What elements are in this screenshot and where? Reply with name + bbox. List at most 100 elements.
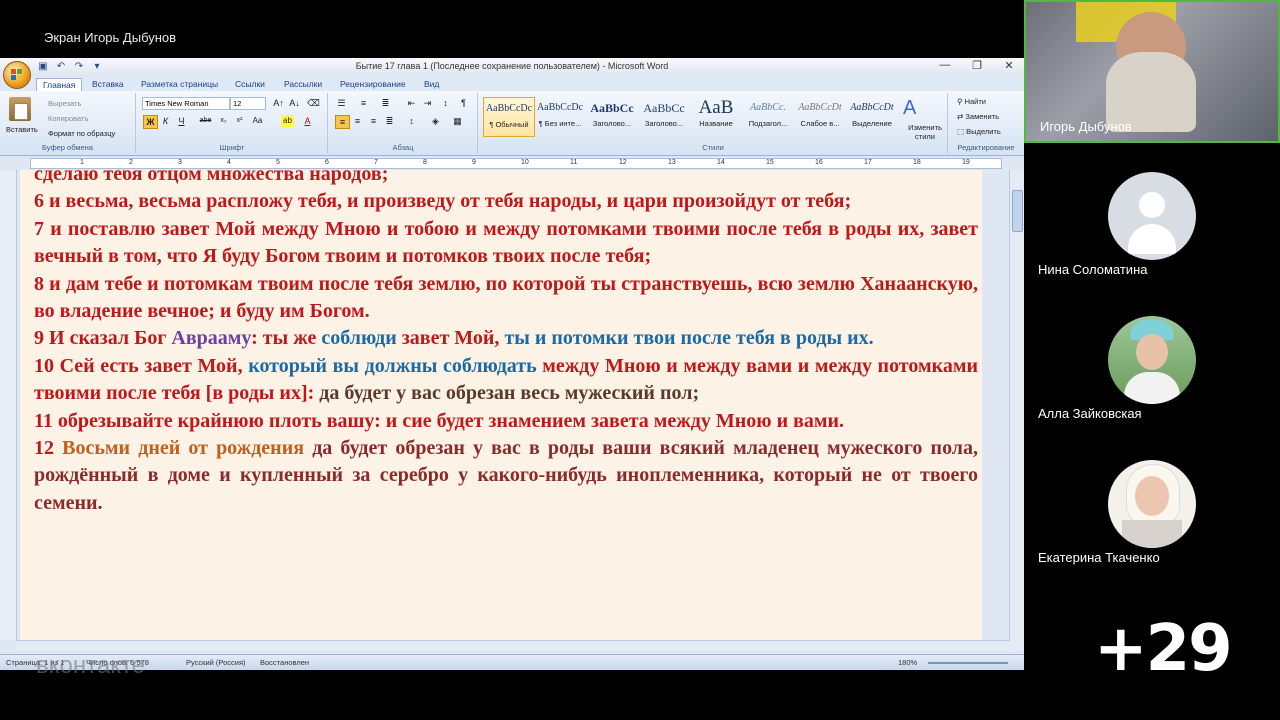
- ruler-tick: 14: [717, 159, 725, 166]
- document-page[interactable]: сделаю тебя отцом множества народов; 6 и…: [20, 170, 982, 640]
- paste-icon[interactable]: [9, 97, 31, 121]
- paragraph-label: Абзац: [392, 143, 414, 152]
- tab-view[interactable]: Вид: [418, 78, 445, 91]
- font-size-select[interactable]: 12: [230, 97, 266, 110]
- participant-tile-alla[interactable]: Алла Зайковская: [1024, 316, 1280, 426]
- numbering-icon[interactable]: ≡: [357, 97, 370, 109]
- ruler-tick: 12: [619, 159, 627, 166]
- style-heading1[interactable]: AaBbCc Заголово...: [587, 97, 637, 135]
- align-center-icon[interactable]: ≡: [351, 115, 364, 127]
- bold-button[interactable]: Ж: [143, 115, 158, 129]
- ruler-tick: 11: [570, 159, 578, 166]
- tab-mailings[interactable]: Рассылки: [278, 78, 328, 91]
- ruler-tick: 3: [178, 159, 182, 166]
- scroll-thumb[interactable]: [1012, 190, 1023, 232]
- verse-10: 10 Сей есть завет Мой, который вы должны…: [34, 354, 978, 405]
- grow-font-icon[interactable]: A↑: [272, 97, 285, 109]
- underline-button[interactable]: Ч: [175, 115, 188, 127]
- clipboard-label: Буфер обмена: [42, 143, 93, 152]
- change-styles-icon[interactable]: A: [903, 97, 916, 120]
- cut-button[interactable]: Вырезать: [48, 99, 81, 108]
- maximize-button[interactable]: ❐: [968, 59, 986, 72]
- ribbon: Вставить Вырезать Копировать Формат по о…: [0, 91, 1024, 156]
- clear-format-icon[interactable]: ⌫: [307, 97, 320, 109]
- tab-home[interactable]: Главная: [36, 78, 83, 92]
- increase-indent-icon[interactable]: ⇥: [421, 97, 434, 109]
- style-no-spacing[interactable]: AaBbCcDc ¶ Без инте...: [535, 97, 585, 135]
- ruler-tick: 1: [80, 159, 84, 166]
- font-color-icon[interactable]: A: [301, 115, 314, 127]
- find-button[interactable]: ⚲ Найти: [957, 97, 986, 106]
- ruler-tick: 9: [472, 159, 476, 166]
- shading-icon[interactable]: ◈: [429, 115, 442, 127]
- ruler-tick: 13: [668, 159, 676, 166]
- vertical-ruler[interactable]: [0, 170, 17, 640]
- align-right-icon[interactable]: ≡: [367, 115, 380, 127]
- ruler-tick: 6: [325, 159, 329, 166]
- zoom-level[interactable]: 180%: [898, 658, 917, 667]
- ruler-tick: 7: [374, 159, 378, 166]
- styles-label: Стили: [702, 143, 724, 152]
- style-emphasis[interactable]: AaBbCcDt Выделение: [847, 97, 897, 135]
- more-participants-count[interactable]: +29: [1094, 612, 1233, 686]
- minimize-button[interactable]: —: [936, 59, 954, 72]
- style-subtle-emphasis[interactable]: AaBbCcDt Слабое в...: [795, 97, 845, 135]
- select-button[interactable]: ⬚ Выделить: [957, 127, 1001, 136]
- close-button[interactable]: ✕: [1000, 59, 1018, 72]
- paste-button[interactable]: Вставить: [6, 125, 38, 134]
- participant-name: Нина Соломатина: [1038, 262, 1148, 277]
- superscript-button[interactable]: x²: [233, 115, 246, 127]
- zoom-slider[interactable]: [928, 662, 1008, 664]
- style-title[interactable]: AaB Название: [691, 97, 741, 135]
- change-case-button[interactable]: Aa: [251, 115, 264, 127]
- title-bar: ▣ ↶ ↷ ▾ Бытие 17 глава 1 (Последнее сохр…: [0, 58, 1024, 76]
- justify-icon[interactable]: ≣: [383, 115, 396, 127]
- copy-button[interactable]: Копировать: [48, 114, 88, 123]
- subscript-button[interactable]: x₂: [217, 115, 230, 127]
- horizontal-scrollbar[interactable]: [16, 640, 1010, 651]
- tab-references[interactable]: Ссылки: [229, 78, 271, 91]
- vertical-scrollbar[interactable]: [1009, 170, 1024, 650]
- tab-insert[interactable]: Вставка: [86, 78, 130, 91]
- avatar: [1108, 316, 1196, 404]
- office-button[interactable]: [3, 61, 31, 89]
- ruler-tick: 4: [227, 159, 231, 166]
- sort-icon[interactable]: ↕: [439, 97, 452, 109]
- ribbon-tabs: Главная Вставка Разметка страницы Ссылки…: [0, 76, 1024, 92]
- bullets-icon[interactable]: ☰: [335, 97, 348, 109]
- borders-icon[interactable]: ▦: [451, 115, 464, 127]
- vk-watermark: вконтакте: [36, 652, 146, 679]
- multilevel-list-icon[interactable]: ≣: [379, 97, 392, 109]
- participant-video-igor[interactable]: Игорь Дыбунов: [1024, 0, 1280, 143]
- italic-button[interactable]: К: [159, 115, 172, 127]
- verse-8: 8 и дам тебе и потомкам твоим после тебя…: [34, 272, 978, 323]
- style-subtitle[interactable]: AaBbCc. Подзагол...: [743, 97, 793, 135]
- participant-tile-ekaterina[interactable]: Екатерина Ткаченко: [1024, 460, 1280, 570]
- format-painter-button[interactable]: Формат по образцу: [48, 129, 115, 138]
- status-language[interactable]: Русский (Россия): [186, 658, 246, 667]
- verse-7: 7 и поставлю завет Мой между Мною и тобо…: [34, 217, 978, 268]
- editing-label: Редактирование: [957, 143, 1015, 152]
- horizontal-ruler[interactable]: 1 2 3 4 5 6 7 8 9 10 11 12 13 14 15 16 17 18 19: [0, 156, 1024, 170]
- shrink-font-icon[interactable]: A↓: [288, 97, 301, 109]
- find-icon: ⚲: [957, 97, 965, 106]
- strikethrough-button[interactable]: abe: [199, 115, 212, 127]
- participant-tile-nina[interactable]: Нина Соломатина: [1024, 172, 1280, 282]
- status-recovered: Восстановлен: [260, 658, 310, 667]
- show-marks-icon[interactable]: ¶: [457, 97, 470, 109]
- font-name-select[interactable]: Times New Roman: [142, 97, 230, 110]
- change-styles-button[interactable]: Изменить стили: [905, 123, 945, 141]
- line-spacing-icon[interactable]: ↕: [405, 115, 418, 127]
- tab-page-layout[interactable]: Разметка страницы: [135, 78, 224, 91]
- document-text[interactable]: сделаю тебя отцом множества народов; 6 и…: [34, 170, 978, 517]
- highlight-icon[interactable]: ab: [281, 115, 294, 127]
- replace-button[interactable]: ⇄ Заменить: [957, 112, 999, 121]
- select-icon: ⬚: [957, 127, 967, 136]
- style-heading2[interactable]: AaBbCc Заголово...: [639, 97, 689, 135]
- share-title: Экран Игорь Дыбунов: [44, 30, 177, 45]
- align-left-icon[interactable]: ≡: [335, 115, 350, 129]
- tab-review[interactable]: Рецензирование: [334, 78, 412, 91]
- style-normal[interactable]: AaBbCcDc ¶ Обычный: [483, 97, 535, 137]
- decrease-indent-icon[interactable]: ⇤: [405, 97, 418, 109]
- verse-11: 11 обрезывайте крайнюю плоть вашу: и сие…: [34, 409, 845, 432]
